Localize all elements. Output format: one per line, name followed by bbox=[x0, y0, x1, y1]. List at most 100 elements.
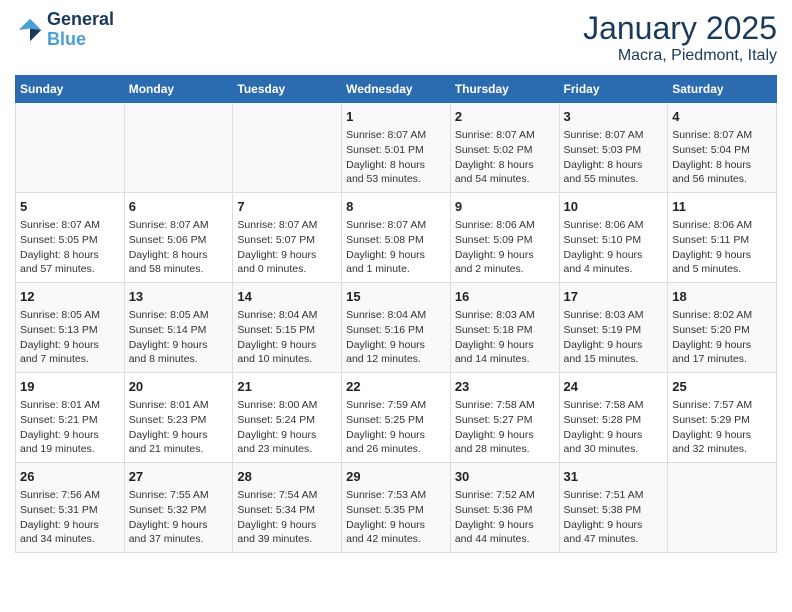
day-number: 31 bbox=[564, 468, 664, 486]
day-content: Sunrise: 7:58 AM Sunset: 5:27 PM Dayligh… bbox=[455, 398, 555, 457]
calendar-cell: 20Sunrise: 8:01 AM Sunset: 5:23 PM Dayli… bbox=[124, 373, 233, 463]
day-number: 7 bbox=[237, 198, 337, 216]
title-block: January 2025 Macra, Piedmont, Italy bbox=[583, 10, 777, 65]
calendar-cell bbox=[16, 103, 125, 193]
day-number: 1 bbox=[346, 108, 446, 126]
day-number: 6 bbox=[129, 198, 229, 216]
calendar-cell: 17Sunrise: 8:03 AM Sunset: 5:19 PM Dayli… bbox=[559, 283, 668, 373]
day-content: Sunrise: 8:06 AM Sunset: 5:09 PM Dayligh… bbox=[455, 218, 555, 277]
day-content: Sunrise: 8:04 AM Sunset: 5:15 PM Dayligh… bbox=[237, 308, 337, 367]
calendar-cell: 14Sunrise: 8:04 AM Sunset: 5:15 PM Dayli… bbox=[233, 283, 342, 373]
calendar-cell: 9 Sunrise: 8:06 AM Sunset: 5:09 PM Daylig… bbox=[450, 193, 559, 283]
calendar-cell: 3 Sunrise: 8:07 AM Sunset: 5:03 PM Daylig… bbox=[559, 103, 668, 193]
calendar-cell: 11 Sunrise: 8:06 AM Sunset: 5:11 PM Dayli… bbox=[668, 193, 777, 283]
day-content: Sunrise: 7:57 AM Sunset: 5:29 PM Dayligh… bbox=[672, 398, 772, 457]
day-number: 24 bbox=[564, 378, 664, 396]
day-content: Sunrise: 7:54 AM Sunset: 5:34 PM Dayligh… bbox=[237, 488, 337, 547]
day-number: 15 bbox=[346, 288, 446, 306]
calendar-cell: 21 Sunrise: 8:00 AM Sunset: 5:24 PM Dayli… bbox=[233, 373, 342, 463]
day-number: 13 bbox=[129, 288, 229, 306]
day-content: Sunrise: 8:03 AM Sunset: 5:19 PM Dayligh… bbox=[564, 308, 664, 367]
day-number: 5 bbox=[20, 198, 120, 216]
calendar-cell: 23 Sunrise: 7:58 AM Sunset: 5:27 PM Dayli… bbox=[450, 373, 559, 463]
day-content: Sunrise: 8:07 AM Sunset: 5:07 PM Dayligh… bbox=[237, 218, 337, 277]
calendar-header-row: SundayMondayTuesdayWednesdayThursdayFrid… bbox=[16, 76, 777, 103]
col-header-wednesday: Wednesday bbox=[342, 76, 451, 103]
calendar-table: SundayMondayTuesdayWednesdayThursdayFrid… bbox=[15, 75, 777, 553]
day-number: 27 bbox=[129, 468, 229, 486]
day-number: 23 bbox=[455, 378, 555, 396]
day-content: Sunrise: 8:00 AM Sunset: 5:24 PM Dayligh… bbox=[237, 398, 337, 457]
day-content: Sunrise: 7:59 AM Sunset: 5:25 PM Dayligh… bbox=[346, 398, 446, 457]
calendar-cell: 25 Sunrise: 7:57 AM Sunset: 5:29 PM Dayli… bbox=[668, 373, 777, 463]
col-header-thursday: Thursday bbox=[450, 76, 559, 103]
calendar-cell bbox=[233, 103, 342, 193]
calendar-cell: 27 Sunrise: 7:55 AM Sunset: 5:32 PM Dayli… bbox=[124, 463, 233, 553]
calendar-cell: 28 Sunrise: 7:54 AM Sunset: 5:34 PM Dayli… bbox=[233, 463, 342, 553]
day-number: 3 bbox=[564, 108, 664, 126]
day-content: Sunrise: 8:07 AM Sunset: 5:04 PM Dayligh… bbox=[672, 128, 772, 187]
day-content: Sunrise: 7:56 AM Sunset: 5:31 PM Dayligh… bbox=[20, 488, 120, 547]
day-content: Sunrise: 8:06 AM Sunset: 5:10 PM Dayligh… bbox=[564, 218, 664, 277]
week-row-2: 5 Sunrise: 8:07 AM Sunset: 5:05 PM Daylig… bbox=[16, 193, 777, 283]
calendar-cell: 7 Sunrise: 8:07 AM Sunset: 5:07 PM Daylig… bbox=[233, 193, 342, 283]
calendar-cell: 1 Sunrise: 8:07 AM Sunset: 5:01 PM Daylig… bbox=[342, 103, 451, 193]
header: General Blue January 2025 Macra, Piedmon… bbox=[15, 10, 777, 65]
calendar-cell: 5 Sunrise: 8:07 AM Sunset: 5:05 PM Daylig… bbox=[16, 193, 125, 283]
day-content: Sunrise: 8:07 AM Sunset: 5:05 PM Dayligh… bbox=[20, 218, 120, 277]
week-row-5: 26 Sunrise: 7:56 AM Sunset: 5:31 PM Dayli… bbox=[16, 463, 777, 553]
calendar-cell: 31 Sunrise: 7:51 AM Sunset: 5:38 PM Dayli… bbox=[559, 463, 668, 553]
day-number: 21 bbox=[237, 378, 337, 396]
calendar-cell: 16Sunrise: 8:03 AM Sunset: 5:18 PM Dayli… bbox=[450, 283, 559, 373]
calendar-cell bbox=[668, 463, 777, 553]
calendar-cell: 18 Sunrise: 8:02 AM Sunset: 5:20 PM Dayli… bbox=[668, 283, 777, 373]
day-content: Sunrise: 8:07 AM Sunset: 5:01 PM Dayligh… bbox=[346, 128, 446, 187]
week-row-3: 12 Sunrise: 8:05 AM Sunset: 5:13 PM Dayli… bbox=[16, 283, 777, 373]
day-content: Sunrise: 8:07 AM Sunset: 5:02 PM Dayligh… bbox=[455, 128, 555, 187]
calendar-cell: 30 Sunrise: 7:52 AM Sunset: 5:36 PM Dayli… bbox=[450, 463, 559, 553]
day-content: Sunrise: 8:06 AM Sunset: 5:11 PM Dayligh… bbox=[672, 218, 772, 277]
day-number: 25 bbox=[672, 378, 772, 396]
day-number: 26 bbox=[20, 468, 120, 486]
week-row-4: 19Sunrise: 8:01 AM Sunset: 5:21 PM Dayli… bbox=[16, 373, 777, 463]
calendar-cell: 13Sunrise: 8:05 AM Sunset: 5:14 PM Dayli… bbox=[124, 283, 233, 373]
col-header-sunday: Sunday bbox=[16, 76, 125, 103]
page-container: General Blue January 2025 Macra, Piedmon… bbox=[0, 0, 792, 563]
col-header-saturday: Saturday bbox=[668, 76, 777, 103]
day-content: Sunrise: 8:05 AM Sunset: 5:13 PM Dayligh… bbox=[20, 308, 120, 367]
day-content: Sunrise: 8:07 AM Sunset: 5:06 PM Dayligh… bbox=[129, 218, 229, 277]
calendar-cell: 2 Sunrise: 8:07 AM Sunset: 5:02 PM Daylig… bbox=[450, 103, 559, 193]
day-number: 18 bbox=[672, 288, 772, 306]
calendar-cell: 12 Sunrise: 8:05 AM Sunset: 5:13 PM Dayli… bbox=[16, 283, 125, 373]
day-content: Sunrise: 7:58 AM Sunset: 5:28 PM Dayligh… bbox=[564, 398, 664, 457]
day-number: 12 bbox=[20, 288, 120, 306]
day-content: Sunrise: 8:02 AM Sunset: 5:20 PM Dayligh… bbox=[672, 308, 772, 367]
calendar-cell: 29Sunrise: 7:53 AM Sunset: 5:35 PM Dayli… bbox=[342, 463, 451, 553]
col-header-monday: Monday bbox=[124, 76, 233, 103]
calendar-cell: 4 Sunrise: 8:07 AM Sunset: 5:04 PM Daylig… bbox=[668, 103, 777, 193]
day-content: Sunrise: 8:07 AM Sunset: 5:03 PM Dayligh… bbox=[564, 128, 664, 187]
day-content: Sunrise: 7:55 AM Sunset: 5:32 PM Dayligh… bbox=[129, 488, 229, 547]
day-number: 4 bbox=[672, 108, 772, 126]
day-content: Sunrise: 7:52 AM Sunset: 5:36 PM Dayligh… bbox=[455, 488, 555, 547]
day-number: 30 bbox=[455, 468, 555, 486]
day-number: 9 bbox=[455, 198, 555, 216]
day-number: 22 bbox=[346, 378, 446, 396]
day-content: Sunrise: 8:01 AM Sunset: 5:23 PM Dayligh… bbox=[129, 398, 229, 457]
calendar-cell: 15Sunrise: 8:04 AM Sunset: 5:16 PM Dayli… bbox=[342, 283, 451, 373]
day-number: 19 bbox=[20, 378, 120, 396]
col-header-friday: Friday bbox=[559, 76, 668, 103]
calendar-cell: 6 Sunrise: 8:07 AM Sunset: 5:06 PM Daylig… bbox=[124, 193, 233, 283]
day-number: 2 bbox=[455, 108, 555, 126]
day-number: 28 bbox=[237, 468, 337, 486]
day-number: 10 bbox=[564, 198, 664, 216]
calendar-cell bbox=[124, 103, 233, 193]
week-row-1: 1 Sunrise: 8:07 AM Sunset: 5:01 PM Daylig… bbox=[16, 103, 777, 193]
day-number: 11 bbox=[672, 198, 772, 216]
day-content: Sunrise: 7:53 AM Sunset: 5:35 PM Dayligh… bbox=[346, 488, 446, 547]
col-header-tuesday: Tuesday bbox=[233, 76, 342, 103]
calendar-cell: 24 Sunrise: 7:58 AM Sunset: 5:28 PM Dayli… bbox=[559, 373, 668, 463]
calendar-cell: 10 Sunrise: 8:06 AM Sunset: 5:10 PM Dayli… bbox=[559, 193, 668, 283]
day-content: Sunrise: 7:51 AM Sunset: 5:38 PM Dayligh… bbox=[564, 488, 664, 547]
logo: General Blue bbox=[15, 10, 114, 50]
